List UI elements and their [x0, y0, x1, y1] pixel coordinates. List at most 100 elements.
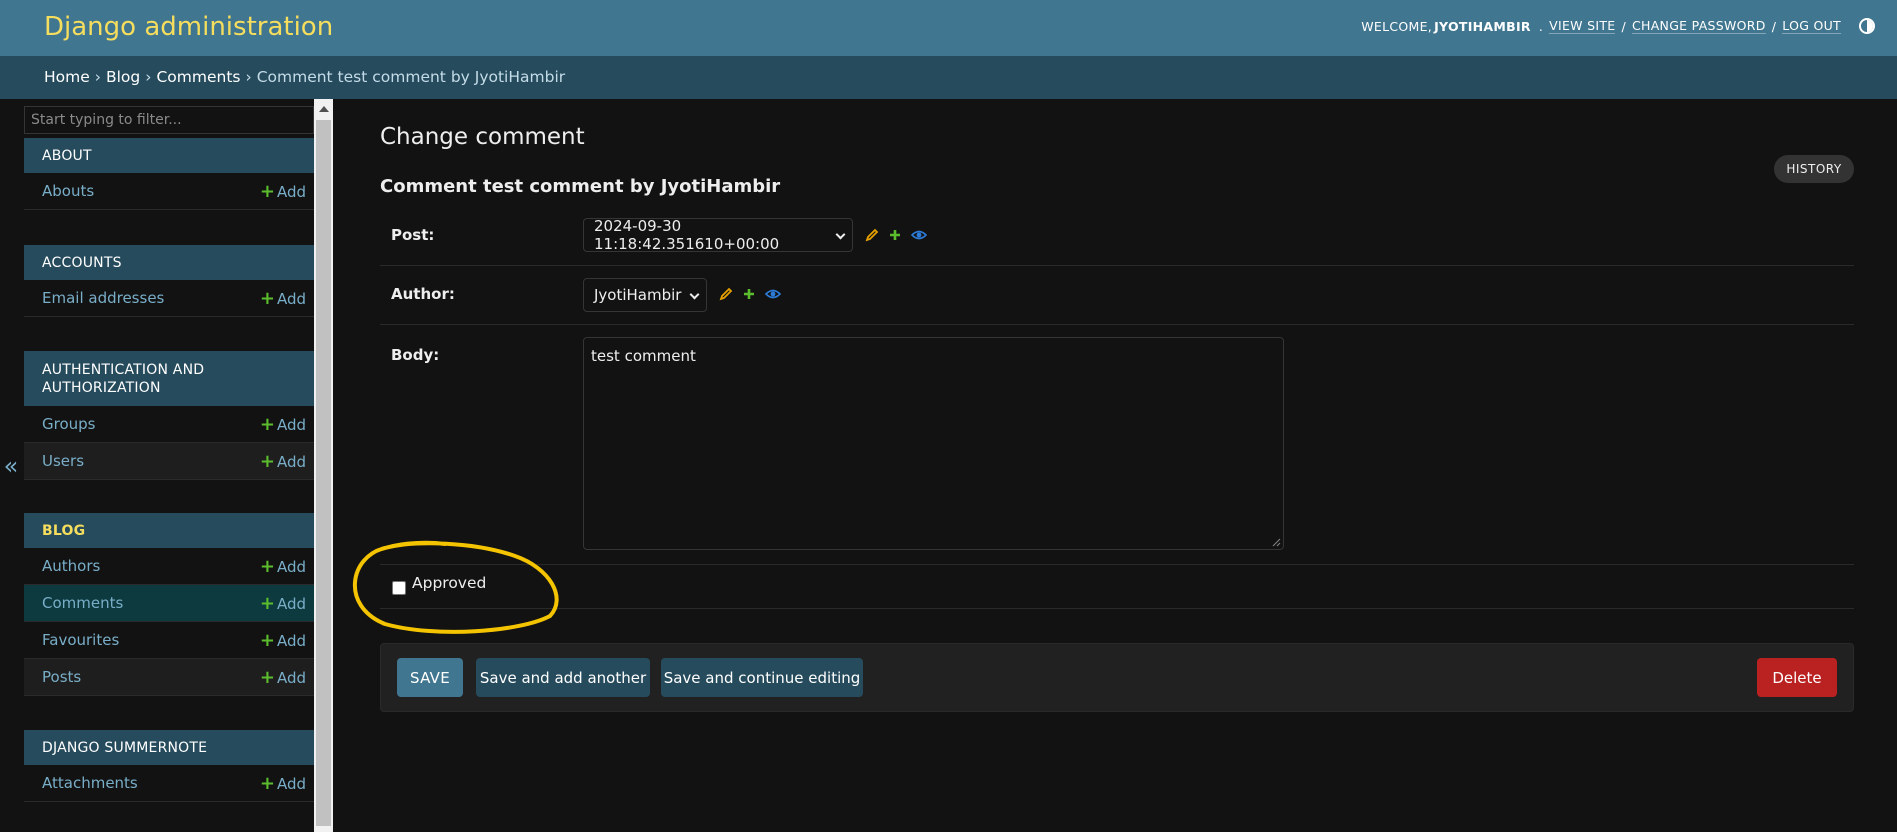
model-link[interactable]: Email addresses	[42, 289, 164, 307]
sidebar-item-comments: Comments + Add	[24, 585, 314, 622]
add-link[interactable]: + Add	[260, 451, 306, 472]
author-related-icons	[719, 287, 781, 301]
page-title: Change comment	[380, 124, 585, 150]
breadcrumb-home[interactable]: Home	[44, 68, 90, 86]
nav-sidebar: ABOUT Abouts +Add ACCOUNTS Email address…	[24, 104, 314, 832]
breadcrumb-separator: ›	[245, 68, 252, 86]
sidebar-item-groups: Groups + Add	[24, 406, 314, 443]
model-link[interactable]: Favourites	[42, 631, 119, 649]
pencil-icon[interactable]	[865, 228, 879, 242]
module-accounts: ACCOUNTS Email addresses + Add	[24, 245, 314, 317]
author-select-value: JyotiHambir	[594, 286, 682, 304]
breadcrumb-blog[interactable]: Blog	[106, 68, 140, 86]
module-auth: AUTHENTICATION AND AUTHORIZATION Groups …	[24, 351, 314, 480]
add-plus-icon: +	[259, 772, 275, 794]
post-select-value: 2024-09-30 11:18:42.351610+00:00	[594, 217, 780, 253]
site-branding[interactable]: Django administration	[44, 12, 333, 42]
welcome-text: WELCOME,	[1361, 18, 1433, 34]
sidebar-item-posts: Posts + Add	[24, 659, 314, 696]
body-text: test comment	[591, 347, 696, 365]
add-plus-icon: +	[259, 666, 275, 688]
breadcrumb-current: Comment test comment by JyotiHambir	[256, 68, 566, 86]
chevron-down-icon	[689, 289, 700, 300]
view-site-link[interactable]: VIEW SITE	[1549, 18, 1616, 34]
body-textarea[interactable]: test comment	[583, 337, 1284, 550]
add-plus-icon: +	[259, 629, 275, 651]
model-link[interactable]: Groups	[42, 415, 95, 433]
add-label: Add	[276, 452, 306, 471]
sidebar-item-attachments: Attachments + Add	[24, 765, 314, 802]
separator: /	[1771, 18, 1777, 34]
module-caption[interactable]: AUTHENTICATION AND AUTHORIZATION	[24, 351, 314, 406]
add-link[interactable]: + Add	[260, 593, 306, 614]
model-link[interactable]: Abouts	[42, 182, 94, 200]
pencil-icon[interactable]	[719, 287, 733, 301]
eye-icon[interactable]	[765, 287, 781, 301]
add-plus-icon: +	[259, 592, 275, 614]
sidebar-item-email-addresses: Email addresses + Add	[24, 280, 314, 317]
save-button[interactable]: SAVE	[397, 658, 463, 697]
submit-row: SAVE Save and add another Save and conti…	[380, 643, 1854, 712]
add-plus-icon: +	[259, 555, 275, 577]
model-link[interactable]: Attachments	[42, 774, 138, 792]
delete-button[interactable]: Delete	[1757, 658, 1837, 697]
save-and-continue-button[interactable]: Save and continue editing	[661, 658, 863, 697]
module-caption[interactable]: DJANGO SUMMERNOTE	[24, 730, 314, 765]
add-label: Add	[276, 774, 306, 793]
sidebar-item-favourites: Favourites + Add	[24, 622, 314, 659]
breadcrumb-separator: ›	[94, 68, 101, 86]
module-caption[interactable]: ABOUT	[24, 138, 314, 173]
author-label: Author:	[391, 285, 455, 303]
add-link[interactable]: + Add	[260, 630, 306, 651]
add-link[interactable]: + Add	[260, 556, 306, 577]
user-tools: WELCOME, JYOTIHAMBIR . VIEW SITE / CHANG…	[1361, 18, 1841, 34]
plus-icon[interactable]	[742, 287, 756, 301]
post-select[interactable]: 2024-09-30 11:18:42.351610+00:00	[583, 217, 853, 253]
model-link[interactable]: Authors	[42, 557, 100, 575]
add-label: Add	[276, 631, 306, 650]
module-about: ABOUT Abouts + Add	[24, 138, 314, 210]
plus-icon[interactable]	[888, 228, 902, 242]
add-label: Add	[276, 594, 306, 613]
breadcrumb-separator: ›	[145, 68, 152, 86]
approved-label[interactable]: Approved	[412, 574, 486, 592]
model-link[interactable]: Users	[42, 452, 84, 470]
resize-handle-icon[interactable]	[1272, 538, 1281, 547]
nav-filter-input[interactable]	[24, 106, 314, 134]
collapse-sidebar-icon[interactable]: «	[0, 99, 22, 832]
form-row-author: Author: JyotiHambir	[380, 266, 1854, 325]
log-out-link[interactable]: LOG OUT	[1782, 18, 1841, 34]
form-row-body: Body: test comment	[380, 325, 1854, 565]
site-header: Django administration WELCOME, JYOTIHAMB…	[0, 0, 1897, 56]
module-django-summernote: DJANGO SUMMERNOTE Attachments + Add	[24, 730, 314, 802]
module-blog: BLOG Authors + Add Comments + Add Favourit…	[24, 513, 314, 696]
breadcrumb-comments[interactable]: Comments	[156, 68, 240, 86]
scrollbar-thumb[interactable]	[316, 120, 331, 826]
add-link[interactable]: + Add	[260, 414, 306, 435]
module-caption[interactable]: ACCOUNTS	[24, 245, 314, 280]
model-link[interactable]: Comments	[42, 594, 123, 612]
module-caption[interactable]: BLOG	[24, 513, 314, 548]
add-link[interactable]: + Add	[260, 181, 306, 202]
add-link[interactable]: + Add	[260, 667, 306, 688]
theme-toggle-icon[interactable]	[1859, 18, 1875, 34]
sidebar-item-authors: Authors + Add	[24, 548, 314, 585]
post-related-icons	[865, 228, 927, 242]
eye-icon[interactable]	[911, 228, 927, 242]
change-password-link[interactable]: CHANGE PASSWORD	[1631, 18, 1766, 34]
model-link[interactable]: Posts	[42, 668, 81, 686]
approved-checkbox[interactable]	[392, 581, 406, 595]
post-label: Post:	[391, 226, 435, 244]
history-button[interactable]: HISTORY	[1774, 155, 1854, 183]
separator: .	[1538, 18, 1544, 34]
add-link[interactable]: + Add	[260, 288, 306, 309]
add-link[interactable]: + Add	[260, 773, 306, 794]
author-select[interactable]: JyotiHambir	[583, 278, 707, 312]
save-and-add-another-button[interactable]: Save and add another	[476, 658, 650, 697]
body-label: Body:	[391, 346, 440, 364]
add-label: Add	[276, 182, 306, 201]
scroll-up-arrow-icon[interactable]	[314, 101, 333, 117]
username: JYOTIHAMBIR	[1434, 18, 1531, 34]
add-plus-icon: +	[259, 287, 275, 309]
object-title: Comment test comment by JyotiHambir	[380, 176, 781, 197]
